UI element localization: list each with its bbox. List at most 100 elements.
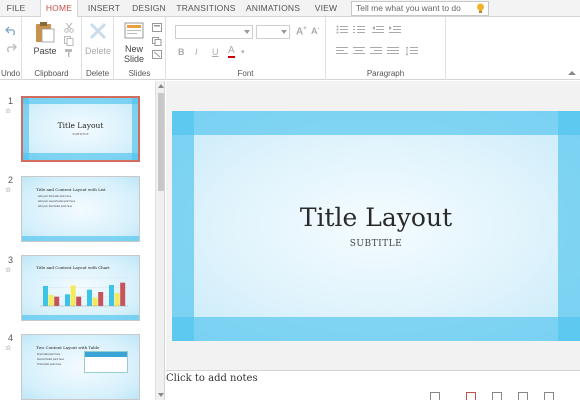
undo-group-label: Undo <box>0 69 21 78</box>
scrollbar-thumb[interactable] <box>158 93 164 191</box>
tell-me-placeholder: Tell me what you want to do <box>356 3 461 13</box>
numbering-icon[interactable] <box>353 25 365 34</box>
cut-icon[interactable] <box>64 23 74 33</box>
format-painter-icon[interactable] <box>64 48 74 58</box>
redo-icon[interactable] <box>5 42 17 52</box>
delete-group-label: Delete <box>85 69 110 78</box>
new-slide-label-line1: New <box>124 44 143 54</box>
collapse-ribbon-icon[interactable] <box>568 71 576 75</box>
thumb-bullet: Second bullet point here <box>37 358 64 361</box>
chart-bar <box>48 294 54 306</box>
paste-button[interactable]: Paste <box>32 21 58 63</box>
tab-design[interactable]: DESIGN <box>130 0 168 17</box>
current-slide[interactable]: Title Layout SUBTITLE <box>172 111 580 341</box>
undo-icon[interactable] <box>5 25 17 35</box>
slide-thumbnail-2[interactable]: Title and Content Layout with List Add y… <box>21 176 140 242</box>
paste-icon <box>36 22 55 43</box>
tab-home[interactable]: HOME <box>40 0 78 18</box>
slide-thumbnail-4[interactable]: Two Content Layout with Table First bull… <box>21 334 140 400</box>
chart-bar <box>92 297 98 306</box>
notes-placeholder: Click to add notes <box>166 373 258 384</box>
delete-button[interactable]: Delete <box>84 21 112 63</box>
thumb-bullet: Third bullet point here <box>37 363 62 366</box>
tab-transitions[interactable]: TRANSITIONS <box>176 0 236 17</box>
paste-label: Paste <box>33 46 57 56</box>
tab-file[interactable]: FILE <box>0 0 32 17</box>
align-right-icon[interactable] <box>370 47 382 56</box>
tab-view[interactable]: VIEW <box>312 0 340 17</box>
thumb-title: Title Layout <box>57 121 104 130</box>
chart-bar <box>98 292 104 306</box>
hide-slide-icon[interactable] <box>152 50 162 59</box>
animation-star-icon: ☆ <box>5 345 12 352</box>
line-spacing-icon[interactable] <box>406 47 418 56</box>
align-center-icon[interactable] <box>353 47 365 56</box>
new-slide-button[interactable]: New Slide <box>119 20 149 66</box>
ribbon: Undo Paste Clipboard Delete Delete New S… <box>0 17 580 80</box>
reading-view-icon[interactable] <box>518 392 528 400</box>
layout-icon[interactable] <box>152 23 162 32</box>
font-size-select[interactable] <box>256 25 290 39</box>
band-bottom <box>23 153 138 160</box>
slide-thumbnail-3[interactable]: Title and Content Layout with Chart <box>21 255 140 321</box>
justify-icon[interactable] <box>387 47 399 56</box>
slides-group-label: Slides <box>128 69 151 78</box>
decrease-indent-icon[interactable] <box>372 25 384 34</box>
copy-icon[interactable] <box>64 36 74 46</box>
chart-bar <box>114 292 120 306</box>
font-family-select[interactable] <box>175 25 253 39</box>
bullets-icon[interactable] <box>336 25 348 34</box>
increase-indent-icon[interactable] <box>389 25 401 34</box>
normal-view-icon[interactable] <box>466 392 476 400</box>
animation-star-icon: ☆ <box>5 108 12 115</box>
duplicate-slide-icon[interactable] <box>152 37 162 46</box>
align-left-icon[interactable] <box>336 47 348 56</box>
new-slide-label: New Slide <box>119 44 149 64</box>
chevron-down-icon[interactable]: ▾ <box>241 48 245 56</box>
band-bottom <box>22 236 139 241</box>
band-bottom <box>172 317 580 341</box>
bold-button[interactable]: B <box>178 47 185 57</box>
new-slide-icon <box>124 22 144 39</box>
band-top <box>172 111 580 135</box>
tab-animations[interactable]: ANIMATIONS <box>243 0 303 17</box>
shrink-font-icon[interactable]: A- <box>311 26 320 36</box>
italic-button[interactable]: I <box>195 47 198 57</box>
thumbnail-scrollbar[interactable] <box>155 81 164 400</box>
clipboard-group: Paste Clipboard <box>22 17 82 80</box>
chart-bar <box>120 282 126 306</box>
tab-insert[interactable]: INSERT <box>84 0 124 17</box>
slide-thumbnail-1[interactable]: Title Layout SUBTITLE <box>21 96 140 162</box>
font-group-label: Font <box>237 69 254 78</box>
scroll-up-icon[interactable] <box>158 84 164 88</box>
chevron-down-icon <box>244 30 250 34</box>
font-color-button[interactable]: A <box>228 46 235 58</box>
font-group: A+ A- B I U A ▾ Font <box>166 17 326 80</box>
thumb-bullet: Add your third bullet point here <box>38 205 73 208</box>
delete-group: Delete Delete <box>82 17 114 80</box>
chart-bar <box>54 296 60 306</box>
slide-subtitle[interactable]: SUBTITLE <box>172 239 580 249</box>
slide-number: 1 <box>8 96 14 106</box>
clipboard-group-label: Clipboard <box>34 69 69 78</box>
delete-icon <box>89 22 107 40</box>
lightbulb-icon <box>477 3 484 13</box>
thumb-title: Title and Content Layout with List <box>36 187 106 192</box>
paragraph-group: Paragraph <box>326 17 446 80</box>
slide-title[interactable]: Title Layout <box>172 203 580 232</box>
animation-star-icon: ☆ <box>5 187 12 194</box>
undo-group: Undo <box>0 17 22 80</box>
chart-bar <box>70 285 76 306</box>
chart-bar <box>87 289 92 306</box>
tell-me-input[interactable]: Tell me what you want to do <box>351 1 489 16</box>
slide-number: 2 <box>8 175 14 185</box>
thumb-bullet: Add your second bullet point here <box>38 200 76 203</box>
thumb-table <box>84 351 128 373</box>
slideshow-icon[interactable] <box>544 392 554 400</box>
grow-font-icon[interactable]: A+ <box>296 26 307 37</box>
slide-sorter-icon[interactable] <box>492 392 502 400</box>
underline-button[interactable]: U <box>212 47 219 57</box>
thumb-bullet: Add your first bullet point here <box>38 195 72 198</box>
new-slide-label-line2: Slide <box>123 54 144 64</box>
notes-toggle-icon[interactable] <box>430 392 440 400</box>
